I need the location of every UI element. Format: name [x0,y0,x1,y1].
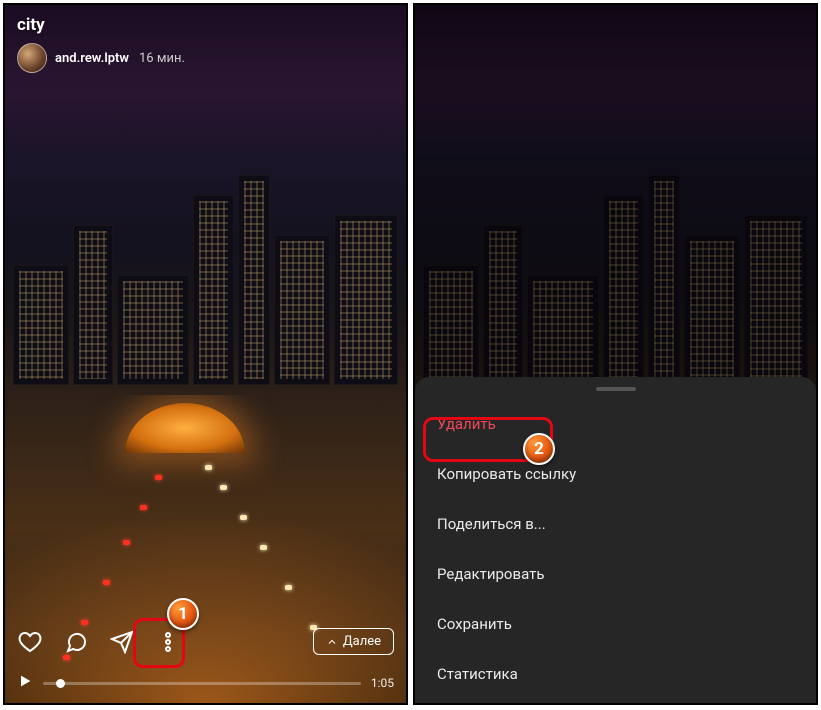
menu-save[interactable]: Сохранить [415,599,816,649]
progress-knob[interactable] [56,679,65,688]
menu-edit[interactable]: Редактировать [415,549,816,599]
playback-controls: 1:05 [17,673,394,693]
play-icon[interactable] [17,673,33,693]
progress-bar[interactable] [43,682,361,685]
user-row[interactable]: and.rew.lptw 16 мин. [17,43,394,73]
menu-share[interactable]: Поделиться в... [415,499,816,549]
next-button[interactable]: Далее [313,628,394,655]
comment-icon[interactable] [63,629,89,655]
action-bar: Далее [17,628,394,655]
video-header: city and.rew.lptw 16 мин. [17,15,394,73]
menu-stats[interactable]: Статистика [415,649,816,699]
share-icon[interactable] [109,629,135,655]
callout-badge-1: 1 [167,598,199,630]
timestamp: 16 мин. [139,51,185,66]
callout-badge-2: 2 [523,433,555,465]
username[interactable]: and.rew.lptw [55,51,129,66]
video-title: city [17,15,394,35]
avatar[interactable] [17,43,47,73]
city-buildings [5,135,406,385]
like-icon[interactable] [17,629,43,655]
next-label: Далее [343,634,381,649]
right-screenshot: Удалить Копировать ссылку Поделиться в..… [413,3,818,705]
duration-label: 1:05 [371,676,394,690]
sheet-handle[interactable] [596,387,636,391]
left-screenshot: city and.rew.lptw 16 мин. Далее [3,3,408,705]
city-road [5,395,406,703]
